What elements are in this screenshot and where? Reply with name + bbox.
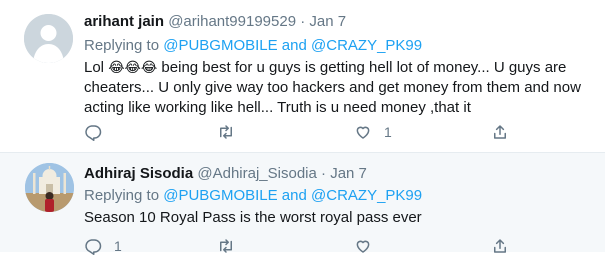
tweet-header: arihant jain @arihant99199529 · Jan 7 bbox=[84, 12, 346, 32]
tweet-text: Season 10 Royal Pass is the worst royal … bbox=[84, 209, 422, 226]
default-avatar[interactable] bbox=[24, 14, 73, 63]
like-button[interactable] bbox=[354, 235, 384, 257]
reply-button[interactable]: 1 bbox=[84, 235, 122, 257]
share-button[interactable] bbox=[491, 121, 509, 143]
tweet-actions: 1 bbox=[84, 121, 564, 143]
tweet-text: Lol 😂😂😂 being best for u guys is getting… bbox=[84, 58, 594, 118]
tweet-text-line-2: cheaters... U only give way too hackers … bbox=[84, 79, 581, 96]
mention-link[interactable]: @CRAZY_PK99 bbox=[311, 37, 422, 54]
tweet-text-line-1: being best for u guys is getting hell lo… bbox=[157, 59, 567, 76]
reply-button[interactable] bbox=[84, 121, 114, 143]
separator-dot: · bbox=[300, 13, 306, 30]
mention-link[interactable]: @CRAZY_PK99 bbox=[311, 187, 422, 204]
separator-dot: · bbox=[321, 165, 327, 182]
tweet-header: Adhiraj Sisodia @Adhiraj_Sisodia · Jan 7 bbox=[84, 164, 367, 184]
reply-icon bbox=[85, 239, 102, 255]
heart-icon bbox=[356, 240, 370, 253]
replying-prefix: Replying to bbox=[84, 187, 164, 204]
tweet-text-line-3: acting like working like hell... Truth i… bbox=[84, 99, 471, 116]
replying-to: Replying to @PUBGMOBILE and @CRAZY_PK99 bbox=[84, 186, 422, 206]
retweet-icon bbox=[220, 239, 232, 253]
replying-to: Replying to @PUBGMOBILE and @CRAZY_PK99 bbox=[84, 36, 422, 56]
taj-mahal-photo-icon bbox=[25, 163, 74, 212]
mention-link[interactable]: @PUBGMOBILE bbox=[163, 37, 277, 54]
user-handle[interactable]: @Adhiraj_Sisodia bbox=[197, 165, 316, 182]
share-icon bbox=[494, 239, 506, 253]
mention-link[interactable]: @PUBGMOBILE bbox=[163, 187, 277, 204]
laughing-emoji-icon: 😂😂😂 bbox=[108, 60, 158, 76]
share-icon bbox=[494, 125, 506, 139]
replying-prefix: Replying to bbox=[84, 37, 164, 54]
tweet-date[interactable]: Jan 7 bbox=[330, 165, 367, 182]
display-name[interactable]: Adhiraj Sisodia bbox=[84, 165, 193, 182]
reply-icon bbox=[85, 125, 102, 141]
retweet-button[interactable] bbox=[217, 235, 247, 257]
tweet-arihant-jain[interactable]: arihant jain @arihant99199529 · Jan 7 Re… bbox=[0, 0, 605, 152]
heart-icon bbox=[356, 126, 370, 139]
retweet-icon bbox=[220, 125, 232, 139]
like-count: 1 bbox=[384, 124, 392, 140]
user-handle[interactable]: @arihant99199529 bbox=[168, 13, 296, 30]
avatar[interactable] bbox=[25, 163, 74, 212]
retweet-button[interactable] bbox=[217, 121, 247, 143]
replying-and[interactable]: and bbox=[278, 187, 311, 204]
person-silhouette-icon bbox=[24, 14, 73, 63]
display-name[interactable]: arihant jain bbox=[84, 13, 164, 30]
tweet-adhiraj-sisodia[interactable]: Adhiraj Sisodia @Adhiraj_Sisodia · Jan 7… bbox=[0, 153, 605, 255]
tweet-actions: 1 bbox=[84, 235, 564, 257]
tweet-text-start: Lol bbox=[84, 59, 109, 76]
share-button[interactable] bbox=[491, 235, 509, 257]
like-button[interactable]: 1 bbox=[354, 121, 392, 143]
replying-and[interactable]: and bbox=[278, 37, 311, 54]
tweet-date[interactable]: Jan 7 bbox=[309, 13, 346, 30]
